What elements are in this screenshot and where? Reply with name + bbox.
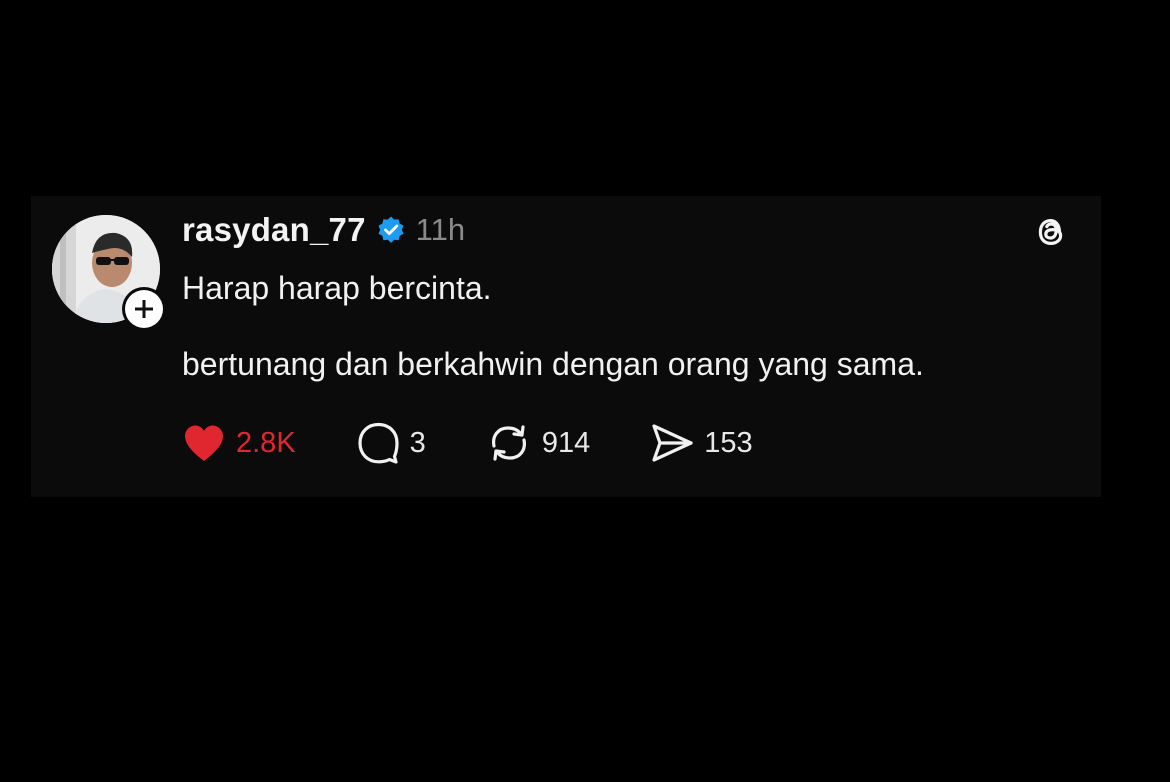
post-actions: 2.8K 3 914 153 — [182, 418, 813, 468]
share-button[interactable]: 153 — [650, 422, 753, 464]
repost-button[interactable]: 914 — [486, 422, 590, 464]
post-header: rasydan_77 11h — [182, 208, 465, 252]
speech-bubble-icon — [358, 422, 399, 464]
username[interactable]: rasydan_77 — [182, 211, 366, 249]
reply-count: 3 — [409, 426, 426, 459]
screen: rasydan_77 11h Harap harap bercinta. ber… — [0, 0, 1170, 782]
plus-icon — [135, 300, 153, 318]
repost-count: 914 — [541, 426, 591, 459]
verified-badge-icon — [378, 216, 404, 243]
post-text-line-2: bertunang dan berkahwin dengan orang yan… — [182, 346, 924, 382]
avatar-container[interactable] — [52, 215, 166, 331]
repost-arrows-icon — [491, 425, 526, 461]
heart-icon — [185, 425, 223, 461]
post-time: 11h — [415, 212, 466, 247]
post-text-line-1: Harap harap bercinta. — [182, 270, 492, 306]
like-button[interactable]: 2.8K — [182, 423, 296, 463]
send-plane-icon — [652, 424, 693, 462]
post-card[interactable]: rasydan_77 11h Harap harap bercinta. ber… — [31, 196, 1101, 497]
share-count: 153 — [704, 426, 753, 459]
follow-button[interactable] — [122, 287, 166, 331]
reply-button[interactable]: 3 — [356, 422, 426, 464]
threads-logo-icon[interactable] — [1031, 212, 1071, 252]
like-count: 2.8K — [236, 426, 296, 459]
